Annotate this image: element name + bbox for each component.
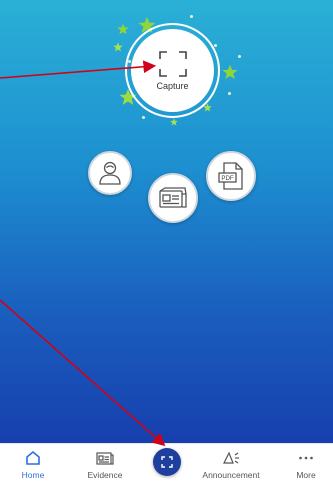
capture-button[interactable]: Capture (125, 23, 220, 118)
nav-evidence[interactable]: Evidence (72, 450, 138, 496)
nav-home[interactable]: Home (0, 450, 66, 496)
nav-more-label: More (296, 470, 316, 480)
news-button[interactable] (148, 173, 198, 223)
sparkle-dot (142, 116, 145, 119)
nav-announcement-label: Announcement (202, 470, 260, 480)
home-icon (26, 450, 40, 465)
home-screen: Capture PDF (0, 0, 333, 443)
nav-announcement[interactable]: Announcement (198, 450, 264, 496)
star-decoration-icon (113, 42, 123, 52)
nav-more[interactable]: More (273, 450, 333, 496)
capture-label: Capture (156, 80, 189, 91)
capture-button-face: Capture (131, 29, 214, 112)
star-decoration-icon (170, 118, 178, 126)
more-icon (299, 456, 313, 460)
announcement-icon (223, 451, 239, 464)
nav-evidence-label: Evidence (87, 470, 123, 480)
star-decoration-icon (222, 64, 238, 80)
evidence-icon (96, 452, 114, 465)
capture-frame-icon (158, 50, 187, 77)
pdf-button[interactable]: PDF (206, 151, 256, 201)
nav-home-label: Home (21, 470, 45, 480)
profile-icon (99, 161, 121, 185)
star-decoration-icon (117, 23, 129, 35)
pdf-badge: PDF (221, 175, 234, 182)
sparkle-dot (214, 44, 217, 47)
profile-button[interactable] (88, 151, 132, 195)
scan-icon (161, 456, 173, 468)
sparkle-dot (190, 15, 193, 18)
sparkle-dot (228, 92, 231, 95)
pdf-file-icon: PDF (218, 162, 243, 190)
news-card-icon (159, 187, 187, 208)
sparkle-dot (238, 55, 241, 58)
scan-button[interactable] (153, 448, 181, 476)
